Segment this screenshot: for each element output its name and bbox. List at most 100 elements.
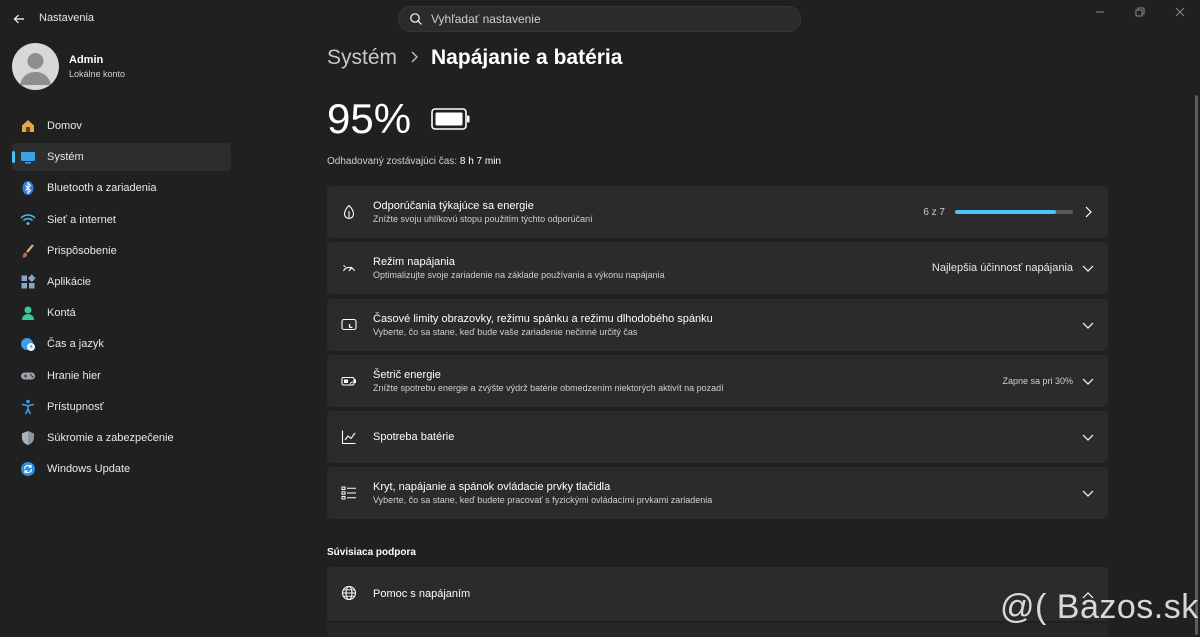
sidebar-item-label: Sieť a internet [47, 213, 116, 226]
card-title: Časové limity obrazovky, režimu spánku a… [373, 312, 713, 325]
brush-icon [20, 243, 36, 259]
progress-bar [955, 210, 1073, 214]
minimize-button[interactable] [1080, 0, 1120, 24]
remaining-time-label: Odhadovaný zostávajúci čas: [327, 156, 458, 167]
card-subtitle: Optimalizujte svoje zariadenie na základ… [373, 270, 665, 281]
window-controls [1080, 0, 1200, 24]
sidebar-nav: Domov Systém Bluetooth a zariadenia Sieť… [12, 112, 231, 486]
chevron-right-icon [1082, 206, 1094, 218]
battery-saver-icon [341, 373, 357, 389]
sidebar-item-label: Aplikácie [47, 275, 92, 288]
close-icon [1175, 7, 1185, 17]
accessibility-icon [20, 399, 36, 415]
wifi-icon [20, 212, 36, 228]
sidebar-item-label: Systém [47, 151, 84, 164]
watermark-text: @( Bazos.sk [1000, 588, 1199, 626]
title-bar: Nastavenia Vyhľadať nastavenie [0, 0, 1200, 38]
restore-button[interactable] [1120, 0, 1160, 24]
globe-icon [341, 585, 357, 601]
avatar [12, 43, 59, 90]
app-title: Nastavenia [39, 12, 95, 24]
list-icon [341, 485, 357, 501]
chevron-down-icon [1082, 487, 1094, 499]
sidebar-item-system[interactable]: Systém [12, 143, 231, 172]
apps-icon [20, 274, 36, 290]
sidebar-item-privacy[interactable]: Súkromie a zabezpečenie [12, 424, 231, 452]
back-button[interactable] [8, 8, 30, 30]
restore-icon [1135, 7, 1145, 17]
card-title: Spotreba batérie [373, 431, 455, 444]
search-icon [410, 13, 422, 25]
screen-sleep-timeouts-card[interactable]: Časové limity obrazovky, režimu spánku a… [327, 298, 1108, 351]
sidebar-item-label: Čas a jazyk [47, 338, 104, 351]
update-icon [20, 461, 36, 477]
sidebar-item-label: Bluetooth a zariadenia [47, 182, 157, 195]
sidebar-item-apps[interactable]: Aplikácie [12, 268, 231, 296]
card-title: Šetrič energie [373, 368, 441, 381]
search-input[interactable]: Vyhľadať nastavenie [431, 12, 541, 26]
chevron-down-icon [1082, 319, 1094, 331]
sidebar-item-label: Hranie hier [47, 369, 101, 382]
power-help-card[interactable]: Pomoc s napájaním [327, 567, 1108, 621]
power-mode-select[interactable]: Najlepšia účinnosť napájania [932, 262, 1073, 274]
card-subtitle: Vyberte, čo sa stane, keď bude vaše zari… [373, 326, 638, 337]
energy-saver-status: Zapne sa pri 30% [1002, 375, 1073, 386]
card-title: Kryt, napájanie a spánok ovládacie prvky… [373, 481, 611, 494]
sidebar-item-domov[interactable]: Domov [12, 112, 231, 140]
profile-account-type: Lokálne konto [69, 69, 126, 79]
card-subtitle: Znížte svoju uhlíkovú stopu použitím týc… [373, 214, 593, 224]
remaining-time-value: 8 h 7 min [459, 156, 501, 167]
battery-icon [431, 108, 471, 135]
sidebar-item-network[interactable]: Sieť a internet [12, 206, 231, 234]
search-box[interactable]: Vyhľadať nastavenie [398, 6, 801, 32]
progress-count: 6 z 7 [923, 206, 945, 218]
sidebar-item-windows-update[interactable]: Windows Update [12, 455, 231, 483]
shield-icon [20, 430, 36, 446]
help-title: Pomoc s napájaním [373, 588, 471, 600]
globe-clock-icon [20, 336, 36, 352]
breadcrumb-parent[interactable]: Systém [327, 46, 397, 70]
sidebar-item-label: Domov [47, 120, 82, 132]
home-icon [20, 118, 36, 134]
chart-icon [341, 429, 357, 445]
sidebar-item-label: Prispôsobenie [47, 244, 117, 257]
gamepad-icon [20, 368, 36, 384]
sidebar-item-time-language[interactable]: Čas a jazyk [12, 330, 231, 358]
sidebar-item-label: Prístupnosť [47, 400, 104, 413]
sidebar-item-personalization[interactable]: Prispôsobenie [12, 237, 231, 265]
leaf-icon [341, 204, 357, 220]
bluetooth-icon [20, 180, 36, 196]
sidebar-item-gaming[interactable]: Hranie hier [12, 362, 231, 390]
scrollbar[interactable] [1195, 95, 1198, 635]
battery-percentage: 95% [327, 95, 412, 142]
lid-power-button-card[interactable]: Kryt, napájanie a spánok ovládacie prvky… [327, 467, 1108, 520]
card-title: Odporúčania týkajúce sa energie [373, 200, 534, 212]
card-subtitle: Znížte spotrebu energie a zvýšte výdrž b… [373, 382, 724, 393]
settings-cards: Odporúčania týkajúce sa energie Znížte s… [327, 186, 1108, 524]
account-icon [20, 305, 36, 321]
chevron-right-icon [410, 50, 418, 66]
sidebar-item-accounts[interactable]: Kontá [12, 299, 231, 327]
close-button[interactable] [1160, 0, 1200, 24]
sidebar-item-bluetooth[interactable]: Bluetooth a zariadenia [12, 174, 231, 202]
recommendations-progress: 6 z 7 [923, 207, 1073, 218]
chevron-down-icon [1082, 431, 1094, 443]
sidebar-item-accessibility[interactable]: Prístupnosť [12, 393, 231, 421]
sidebar-item-label: Kontá [47, 307, 76, 320]
user-profile[interactable]: Admin Lokálne konto [12, 43, 125, 90]
energy-recommendations-card[interactable]: Odporúčania týkajúce sa energie Znížte s… [327, 186, 1108, 238]
help-content-panel [327, 622, 1108, 637]
system-icon [20, 149, 36, 165]
sidebar-item-label: Súkromie a zabezpečenie [47, 431, 174, 444]
screen-sleep-icon [341, 317, 357, 333]
user-icon [20, 53, 51, 85]
card-subtitle: Vyberte, čo sa stane, keď budete pracova… [373, 495, 713, 506]
related-support-heading: Súvisiaca podpora [327, 547, 416, 558]
power-mode-card[interactable]: Režim napájania Optimalizujte svoje zari… [327, 242, 1108, 295]
page-title: Napájanie a batéria [431, 46, 623, 69]
back-arrow-icon [13, 14, 24, 24]
energy-saver-card[interactable]: Šetrič energie Znížte spotrebu energie a… [327, 354, 1108, 407]
chevron-down-icon [1082, 262, 1094, 274]
profile-name: Admin [69, 54, 104, 66]
battery-usage-card[interactable]: Spotreba batérie [327, 411, 1108, 464]
